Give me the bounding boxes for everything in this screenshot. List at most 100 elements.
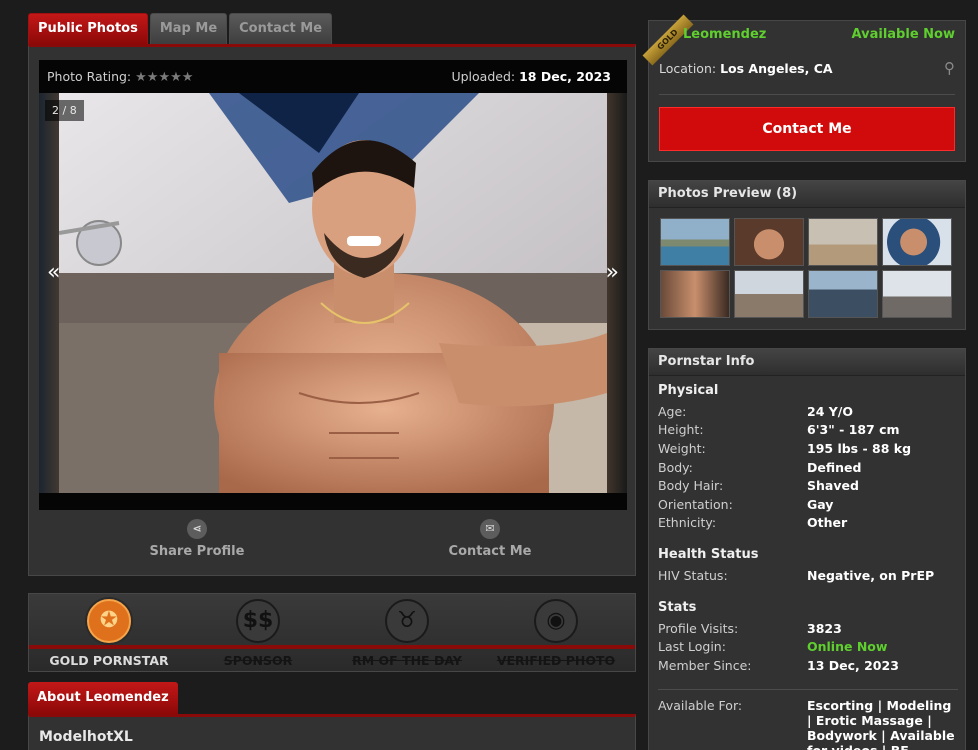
info-value: 6'3" - 187 cm [807,422,900,438]
location-row: Location: Los Angeles, CA ⚲ [659,59,955,77]
info-key: Weight: [658,440,706,456]
info-key: HIV Status: [658,567,728,583]
tab-map-me[interactable]: Map Me [149,13,228,44]
info-row-height: Height: 6'3" - 187 cm [658,421,958,440]
username[interactable]: Leomendez [683,27,766,42]
info-value: Negative, on PrEP [807,567,935,583]
badge-gold-pornstar[interactable]: ✪ GOLD PORNSTAR [35,599,183,668]
badge-sponsor[interactable]: $$ SPONSOR [184,599,332,668]
badge-label: GOLD PORNSTAR [49,653,169,668]
info-value: Gay [807,496,834,512]
info-value: 13 Dec, 2023 [807,657,899,673]
info-row-available-for: Available For: Escorting | Modeling | Er… [658,698,958,750]
info-row-body: Body: Defined [658,458,958,477]
info-value: 195 lbs - 88 kg [807,440,912,456]
photo-peek-right [607,93,627,493]
info-key: Ethnicity: [658,515,717,531]
info-body: Physical Age: 24 Y/O Height: 6'3" - 187 cm… [658,383,958,750]
info-key: Available For: [658,697,743,713]
location-value: Los Angeles, CA [720,61,833,76]
info-key: Last Login: [658,639,726,655]
badge-rm-of-the-day[interactable]: ♉ RM OF THE DAY [333,599,481,668]
tab-public-photos[interactable]: Public Photos [28,13,148,44]
star-rating-icon[interactable]: ★★★★★ [135,70,193,85]
info-value: Online Now [807,639,888,655]
prev-photo-icon[interactable]: « [47,260,60,285]
photo-rating: Photo Rating: ★★★★★ [47,69,193,85]
info-key: Height: [658,422,704,438]
info-row-hiv-status: HIV Status: Negative, on PrEP [658,566,958,585]
info-row-age: Age: 24 Y/O [658,402,958,421]
badges-bar: ✪ GOLD PORNSTAR $$ SPONSOR ♉ RM OF THE D… [28,593,636,672]
thumbnail[interactable] [808,270,878,318]
info-value: 24 Y/O [807,403,853,419]
physical-heading: Physical [658,383,719,398]
tab-about[interactable]: About Leomendez [28,682,178,714]
profile-card: GOLD Leomendez Available Now Location: L… [642,14,966,162]
tab-contact-me[interactable]: Contact Me [229,13,333,44]
info-row-orientation: Orientation: Gay [658,495,958,514]
thumbnail[interactable] [808,218,878,266]
next-photo-icon[interactable]: » [606,260,619,285]
health-heading: Health Status [658,547,759,563]
envelope-icon: ✉ [480,519,500,539]
badge-label: RM OF THE DAY [352,653,462,668]
stats-heading: Stats [658,599,697,615]
contact-me-button[interactable]: Contact Me [659,107,955,151]
info-value: Defined [807,459,862,475]
thumbnail[interactable] [882,270,952,318]
photo-tabs: Public Photos Map Me Contact Me [28,13,334,44]
info-value: Other [807,515,848,531]
photo-peek-left [39,93,59,493]
share-profile-button[interactable]: ⋖ Share Profile [97,519,297,559]
info-row-weight: Weight: 195 lbs - 88 kg [658,439,958,458]
contact-me-link[interactable]: ✉ Contact Me [390,519,590,559]
dollar-icon: $$ [236,599,280,643]
pornstar-info-panel: Pornstar Info Physical Age: 24 Y/O Height… [648,348,966,750]
info-value: Shaved [807,478,859,494]
divider [659,94,955,95]
camera-icon: ◉ [534,599,578,643]
uploaded-date: 18 Dec, 2023 [519,69,611,84]
photo-panel: Photo Rating: ★★★★★ Uploaded: 18 Dec, 20… [28,44,636,576]
map-pin-icon[interactable]: ⚲ [944,59,955,77]
main-photo-image [59,93,607,493]
info-key: Member Since: [658,657,752,673]
divider [658,688,958,690]
availability-status: Available Now [851,27,955,42]
info-value: Escorting | Modeling | Erotic Massage | … [807,697,955,750]
info-key: Orientation: [658,496,733,512]
info-row-body-hair: Body Hair: Shaved [658,476,958,495]
badge-label: SPONSOR [223,653,293,668]
info-row-member-since: Member Since: 13 Dec, 2023 [658,656,958,675]
devil-icon: ♉ [385,599,429,643]
photo-upload-date: Uploaded: 18 Dec, 2023 [451,69,611,84]
about-panel: ModelhotXL [28,714,636,750]
thumbnail[interactable] [660,218,730,266]
main-photo[interactable] [59,93,607,493]
thumbnail[interactable] [882,218,952,266]
thumbnail[interactable] [660,270,730,318]
contact-me-label: Contact Me [448,544,532,559]
share-profile-label: Share Profile [149,544,245,559]
badge-label: VERIFIED PHOTO [496,653,616,668]
location-label: Location: [659,61,717,76]
info-row-last-login: Last Login: Online Now [658,637,958,656]
info-row-profile-visits: Profile Visits: 3823 [658,619,958,638]
about-heading: ModelhotXL [39,729,133,745]
info-key: Age: [658,403,687,419]
photo-viewer: Photo Rating: ★★★★★ Uploaded: 18 Dec, 20… [39,60,627,510]
pornstar-info-title: Pornstar Info [649,349,965,376]
info-value: 3823 [807,620,842,636]
photo-rating-label: Photo Rating: [47,69,132,84]
thumbnail[interactable] [734,218,804,266]
uploaded-label: Uploaded: [451,69,516,84]
info-row-ethnicity: Ethnicity: Other [658,514,958,533]
info-key: Profile Visits: [658,620,739,636]
photos-preview-panel: Photos Preview (8) [648,180,966,330]
info-key: Body Hair: [658,478,724,494]
badge-verified-photo[interactable]: ◉ VERIFIED PHOTO [482,599,630,668]
thumbnail[interactable] [734,270,804,318]
